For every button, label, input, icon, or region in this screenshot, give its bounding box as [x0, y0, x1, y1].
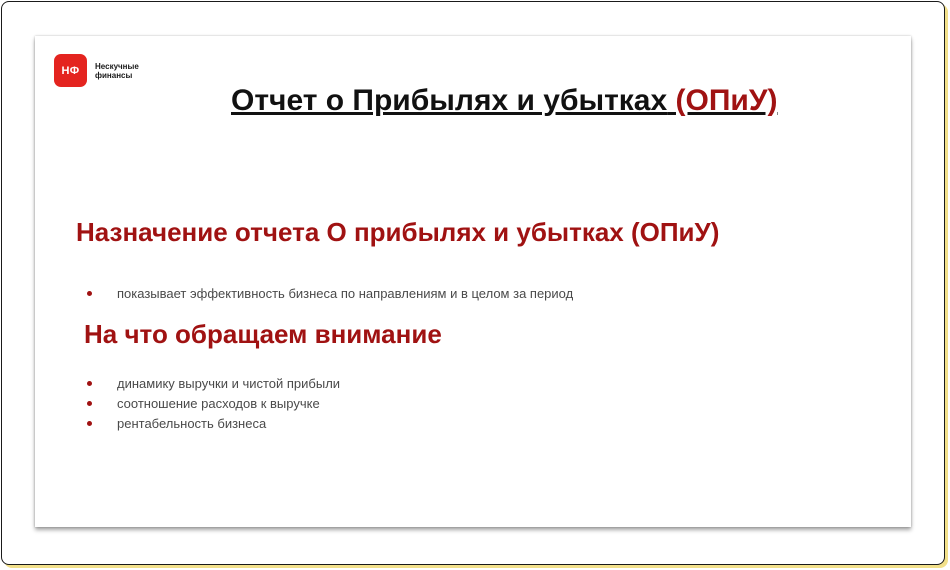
list-item-text: показывает эффективность бизнеса по напр… — [117, 285, 574, 301]
logo-mark-icon: НФ — [54, 54, 87, 87]
title-accent: (ОПиУ) — [675, 84, 778, 117]
bullet-icon — [87, 420, 92, 426]
focus-heading: На что обращаем внимание — [84, 319, 442, 349]
list-item: динамику выручки и чистой прибыли — [87, 373, 340, 393]
bullet-icon — [87, 380, 92, 386]
list-item-text: динамику выручки и чистой прибыли — [117, 375, 341, 391]
slide-title: Отчет о Прибылях и убытках (ОПиУ) — [231, 84, 778, 118]
logo-name: Нескучные финансы — [95, 61, 139, 80]
focus-list: динамику выручки и чистой прибыли соотно… — [87, 373, 340, 433]
bullet-icon — [87, 400, 92, 406]
list-item: соотношение расходов к выручке — [87, 393, 340, 413]
bullet-icon — [87, 290, 92, 296]
list-item-text: рентабельность бизнеса — [117, 415, 267, 431]
title-main: Отчет о Прибылях и убытках — [231, 84, 668, 117]
screenshot-frame: НФ Нескучные финансы Отчет о Прибылях и … — [1, 1, 945, 565]
slide: НФ Нескучные финансы Отчет о Прибылях и … — [35, 36, 911, 527]
purpose-list: показывает эффективность бизнеса по напр… — [87, 283, 573, 303]
purpose-heading: Назначение отчета О прибылях и убытках (… — [76, 217, 720, 247]
list-item: показывает эффективность бизнеса по напр… — [87, 283, 573, 303]
company-logo: НФ Нескучные финансы — [54, 54, 155, 87]
list-item-text: соотношение расходов к выручке — [117, 395, 320, 411]
list-item: рентабельность бизнеса — [87, 413, 340, 433]
